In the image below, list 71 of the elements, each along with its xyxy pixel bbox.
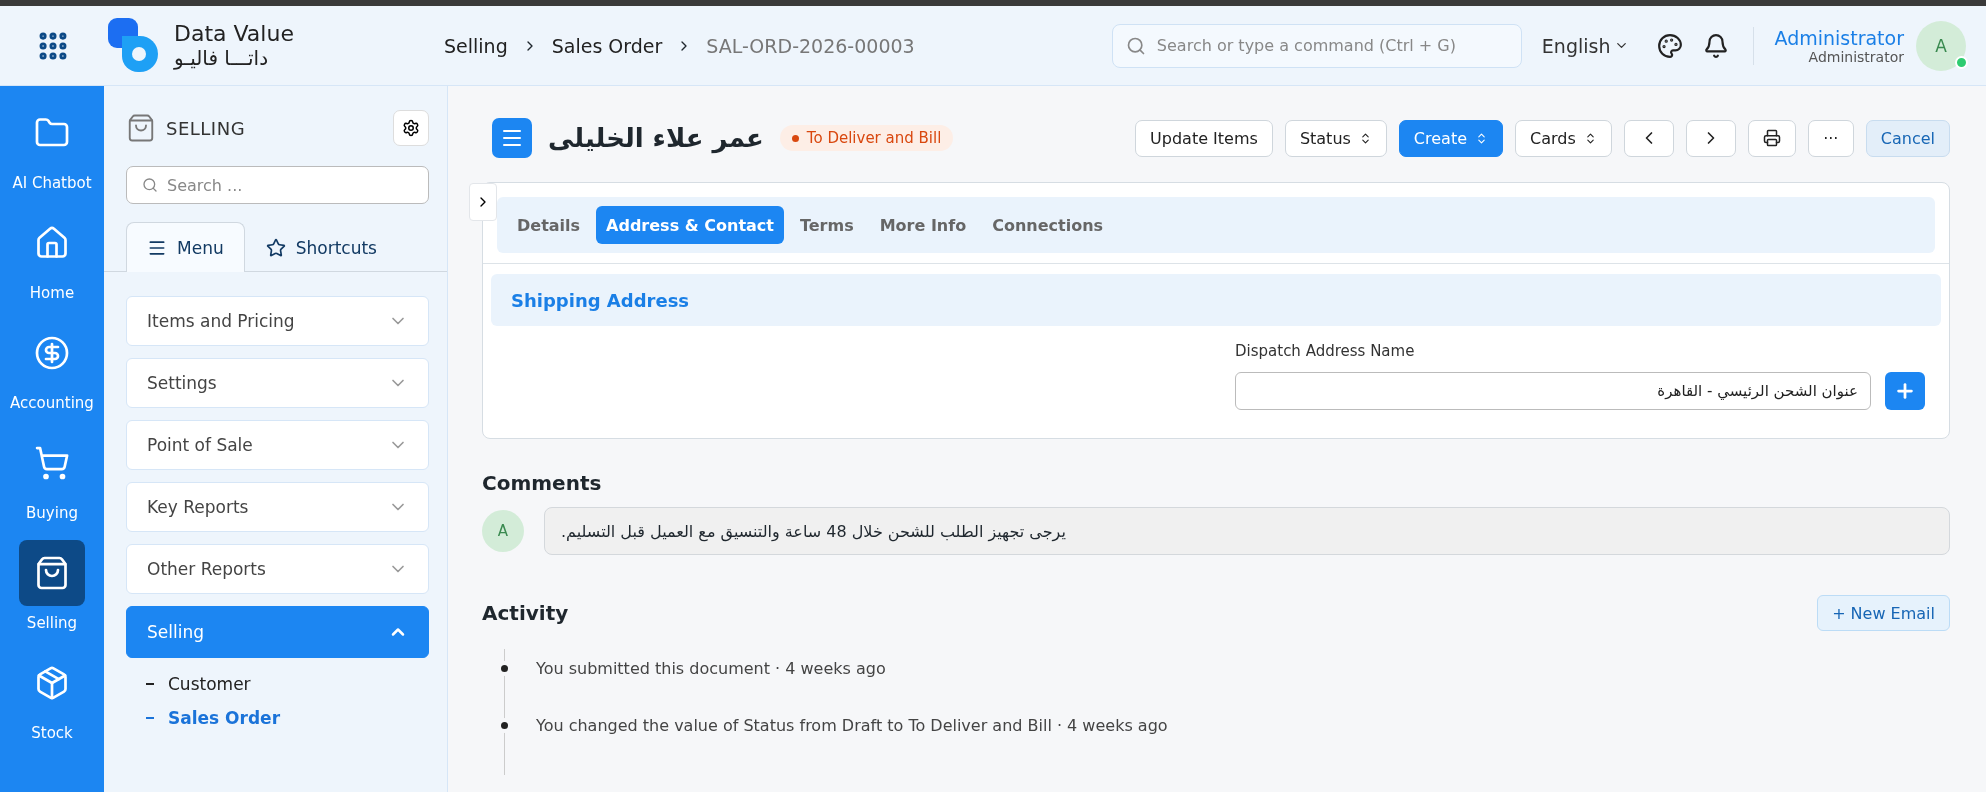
module-rail-item[interactable]: AI Chatbot — [12, 100, 92, 210]
settings-button[interactable] — [393, 110, 429, 146]
commenter-avatar: A — [482, 510, 524, 552]
search-icon — [1125, 35, 1146, 56]
breadcrumb-link[interactable]: Selling — [444, 34, 508, 57]
star-icon — [265, 237, 286, 258]
settings-icon — [402, 119, 420, 137]
cancel-button[interactable]: Cancel — [1865, 119, 1950, 157]
activity-text: You submitted this document · 4 weeks ago — [536, 659, 886, 678]
dash-icon — [146, 717, 154, 719]
breadcrumb-link[interactable]: SAL-ORD-2026-00003 — [706, 34, 915, 57]
sidebar-title: SELLING — [166, 117, 247, 139]
menu-group[interactable]: Settings — [126, 358, 429, 408]
comments-heading: Comments — [482, 471, 603, 495]
module-icon — [34, 555, 70, 591]
module-icon — [34, 225, 70, 261]
print-button[interactable] — [1747, 119, 1796, 157]
add-button[interactable] — [1885, 372, 1925, 410]
select-button[interactable]: Status — [1284, 119, 1387, 157]
activity-text: You changed the value of Status from Draft to To Deliver and Bill · 4 weeks ago — [536, 716, 1168, 735]
sidebar-search-field[interactable]: Search ... — [126, 166, 429, 204]
input-field[interactable]: عنوان الشحن الرئيسي - القاهرة — [1235, 372, 1871, 410]
logo-name: Data Value — [174, 22, 294, 47]
field-label: Dispatch Address Name — [1235, 342, 1416, 360]
form-tab[interactable]: Terms — [789, 206, 864, 244]
module-icon — [34, 445, 70, 481]
timeline-dot — [501, 665, 508, 672]
search-icon — [142, 177, 158, 193]
menu-link[interactable]: Customer — [168, 674, 251, 694]
breadcrumb-link[interactable]: Sales Order — [551, 34, 663, 57]
language-dropdown[interactable]: English — [1535, 33, 1636, 58]
menu-group[interactable]: Selling — [126, 606, 429, 658]
menu-button[interactable] — [492, 118, 532, 158]
module-rail-item[interactable]: Home — [19, 210, 85, 320]
module-rail-item[interactable]: Accounting — [10, 320, 94, 430]
command-search-field[interactable]: Search or type a command (Ctrl + G) — [1111, 23, 1522, 68]
menu-link[interactable]: Sales Order — [168, 708, 281, 728]
sidebar-tab[interactable]: Menu — [126, 222, 245, 272]
activity-heading: Activity — [482, 601, 569, 625]
printer-icon — [1762, 129, 1781, 147]
new-email-button[interactable]: + New Email — [1817, 595, 1950, 631]
section-title: Shipping Address — [511, 289, 690, 311]
module-rail-item[interactable]: Buying — [19, 430, 85, 540]
menu-group[interactable]: Key Reports — [126, 482, 429, 532]
dash-icon — [146, 683, 154, 685]
sidebar-toggle-button[interactable] — [469, 183, 497, 221]
select-button[interactable]: Cards — [1515, 119, 1612, 157]
menu-group[interactable]: Items and Pricing — [126, 296, 429, 346]
form-tab[interactable]: Details — [507, 206, 591, 244]
create-button[interactable]: Create — [1398, 119, 1504, 157]
module-rail-item[interactable]: Stock — [19, 650, 85, 760]
status-badge: To Deliver and Bill — [779, 125, 954, 151]
menu-group[interactable]: Point of Sale — [126, 420, 429, 470]
user-avatar[interactable]: A — [1916, 20, 1966, 71]
user-name[interactable]: Administrator — [1774, 26, 1904, 49]
menu-group[interactable]: Other Reports — [126, 544, 429, 594]
logo-arabic-name: داتـــا فاليـو — [174, 46, 270, 69]
module-icon — [34, 335, 70, 371]
form-tab[interactable]: Connections — [982, 206, 1114, 244]
form-tab[interactable]: More Info — [869, 206, 977, 244]
form-tab[interactable]: Address & Contact — [596, 206, 784, 244]
timeline-dot — [501, 722, 508, 729]
module-icon — [34, 665, 70, 701]
comment-text: يرجى تجهيز الطلب للشحن خلال 48 ساعة والتنسيق مع العميل قبل التسليم. — [544, 507, 1950, 555]
plus-icon — [1894, 380, 1916, 402]
more-button[interactable]: ··· — [1807, 119, 1854, 157]
document-title: عمر علاء الخليلى — [548, 123, 764, 153]
sidebar-tab[interactable]: Shortcuts — [244, 222, 398, 272]
user-role: Administrator — [1808, 48, 1904, 65]
bag-icon — [126, 113, 156, 143]
update-items-button[interactable]: Update Items — [1135, 119, 1273, 157]
